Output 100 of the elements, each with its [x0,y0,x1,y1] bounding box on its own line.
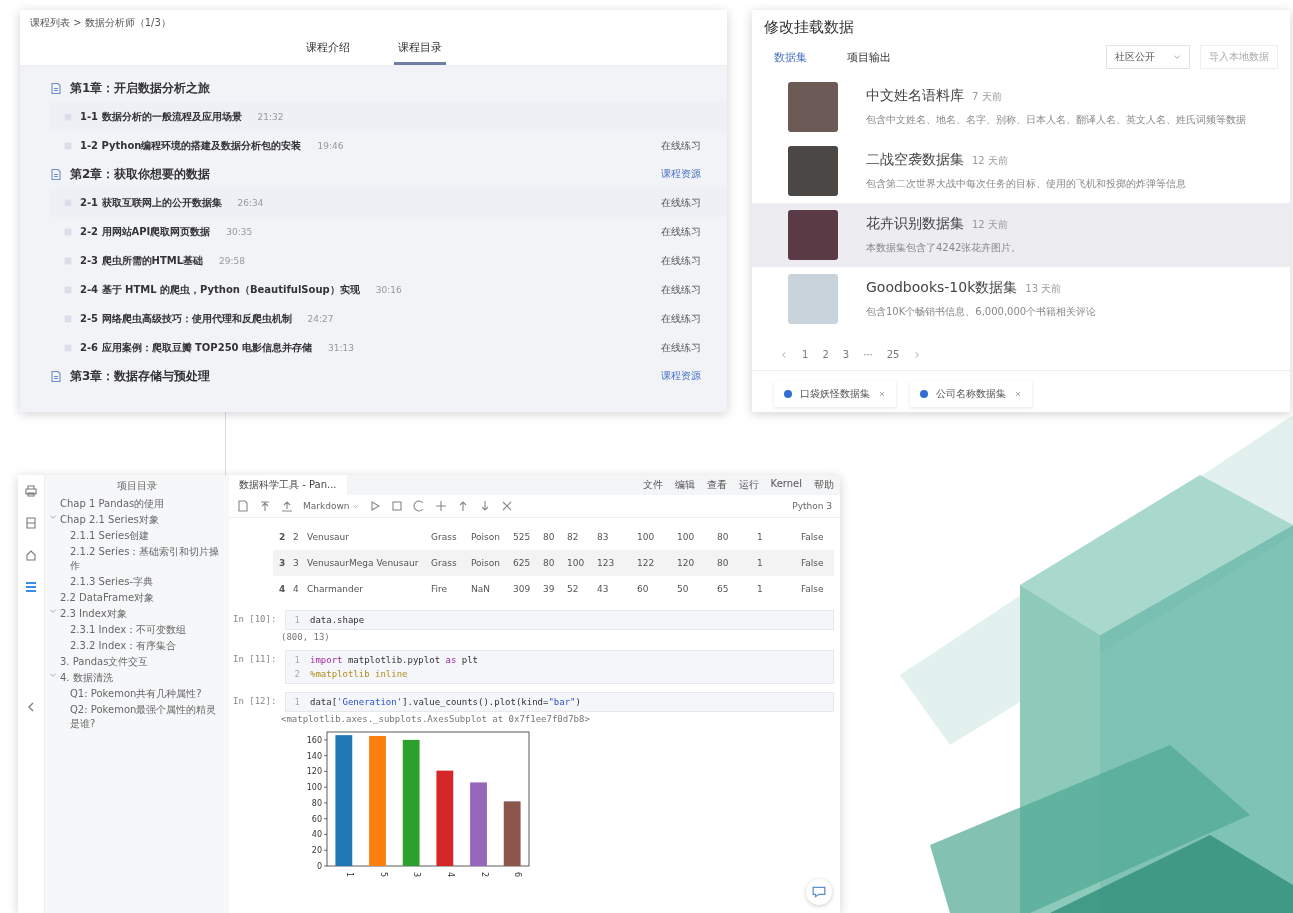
chevron-right-icon[interactable] [913,350,922,359]
dataset-description: 包含中文姓名、地名、名字、别称、日本人名、翻译人名、英文人名、姓氏词频等数据 [866,113,1246,127]
table-cell-text: Charmander [307,584,364,594]
lesson-row[interactable]: 2-4 基于 HTML 的爬虫，Python（BeautifulSoup）实现 30:16 在线练习 [50,275,727,304]
table-cell-text: Venusaur [307,532,350,542]
page-link[interactable]: 2 [822,349,829,360]
tree-item[interactable]: 2.3.1 Index：不可变数组 [49,623,225,637]
tree-item[interactable]: 2.1.2 Series：基础索引和切片操作 [49,545,225,573]
table-cell-text: 80 [543,558,556,568]
code-cell[interactable]: 1 import matplotlib.pyplot as plt 2 %matplotlib inline [285,650,834,684]
practice-link[interactable]: 在线练习 [661,253,701,268]
tree-item[interactable]: 2.3.2 Index：有序集合 [49,639,225,653]
tree-item[interactable]: Q1: Pokemon共有几种属性? [49,687,225,701]
menu-item[interactable]: 运行 [738,478,759,492]
upload-icon[interactable] [281,500,293,512]
lesson-duration: 26:34 [237,197,265,208]
lesson-row[interactable]: 1-2 Python编程环境的搭建及数据分析包的安装 19:46 在线练习 [50,131,727,160]
lesson-title: 2-6 应用案例：爬取豆瓣 TOP250 电影信息并存储 [80,340,313,355]
tree-item[interactable]: 2.2 DataFrame对象 [49,591,225,605]
code-line: data['Generation'].value_counts().plot(kind="bar") [310,696,581,709]
menu-item[interactable]: 帮助 [814,478,834,492]
file-icon[interactable] [237,500,249,512]
table-cell-text: 100 [677,532,696,542]
home-icon[interactable] [25,549,37,561]
y-tick-label: 20 [311,846,322,856]
page-link[interactable]: 1 [802,349,809,360]
tree-item[interactable]: 2.1.1 Series创建 [49,529,225,543]
table-cell-text: 120 [677,558,696,568]
chevron-down-icon [352,502,360,510]
page-link[interactable]: 3 [842,349,850,360]
tree-item[interactable]: Chap 2.1 Series对象 [49,513,225,527]
practice-link[interactable]: 在线练习 [661,195,701,210]
stop-icon[interactable] [391,500,404,512]
close-icon[interactable] [501,500,514,512]
tree-title: 项目目录 [116,479,158,493]
tree-item[interactable]: 2.1.3 Series-字典 [49,575,225,589]
page-link[interactable]: ··· [863,349,873,360]
tree-item[interactable]: Q2: Pokemon最强个属性的精灵是谁? [49,703,225,731]
code-line: %matplotlib inline [310,668,408,681]
tab[interactable]: 项目输出 [847,49,891,65]
restart-icon[interactable] [413,500,426,512]
dataset-item[interactable]: 二战空袭数据集 12 天前 包含第二次世界大战中每次任务的目标、使用的飞机和投掷的炸弹等信息 [752,139,1290,203]
filter-dropdown[interactable]: 社区公开 [1106,45,1190,69]
printer-icon[interactable] [25,485,37,497]
lesson-title: 1-2 Python编程环境的搭建及数据分析包的安装 [80,138,302,153]
dataset-item[interactable]: 花卉识别数据集 12 天前 本数据集包含了4242张花卉图片。 [752,203,1290,267]
resource-link[interactable]: 课程资源 [661,369,701,383]
practice-link[interactable]: 在线练习 [661,138,701,153]
dataset-item[interactable]: Goodbooks-10k数据集 13 天前 包含10K个畅销书信息、6,000,000个书籍相关评论 [752,267,1290,331]
tree-item[interactable]: 2.3 Index对象 [49,607,225,621]
menu-item[interactable]: 查看 [706,478,727,492]
menu-item[interactable]: 文件 [642,478,663,492]
table-cell-text: Fire [431,584,449,594]
code-cell[interactable]: 1 data['Generation'].value_counts().plot(kind="bar") [285,692,834,712]
notebook-tab[interactable]: 数据科学工具 - Pan... [229,475,347,495]
chapter-title: 第3章：数据存储与预处理 [70,367,212,385]
page-link[interactable]: 25 [886,349,900,360]
dataset-description: 包含10K个畅销书信息、6,000,000个书籍相关评论 [866,305,1097,319]
tree-item[interactable]: 4. 数据清洗 [49,671,225,685]
kernel-status: Python 3 [792,501,832,511]
cell-prompt: In [11]: [232,653,278,666]
plus-icon[interactable] [435,500,448,512]
close-icon[interactable] [878,390,886,398]
document-icon [50,167,62,181]
y-tick: 120 [306,767,328,777]
dataset-item[interactable]: 中文姓名语料库 7 天前 包含中文姓名、地名、名字、别称、日本人名、翻译人名、英文人名、姓氏词频等数据 [752,75,1290,139]
tab[interactable]: 课程介绍 [301,36,354,65]
table-cell-text: 2 [279,532,287,542]
practice-link[interactable]: 在线练习 [661,224,701,239]
practice-link[interactable]: 在线练习 [661,340,701,355]
code-cell[interactable]: 1 data.shape [285,610,834,630]
lesson-row[interactable]: 2-6 应用案例：爬取豆瓣 TOP250 电影信息并存储 31:13 在线练习 [50,333,727,362]
tree-item[interactable]: 3. Pandas文件交互 [49,655,225,669]
table-cell-text: 3 [279,558,287,568]
close-icon[interactable] [1014,390,1022,398]
lesson-duration: 24:27 [307,313,335,324]
tab[interactable]: 数据集 [774,49,807,65]
cell-type-dropdown[interactable]: Markdown [303,501,360,511]
x-tick-label: 6 [513,872,523,878]
chevron-left-icon[interactable] [780,350,788,359]
archive-icon[interactable] [25,517,37,529]
lesson-row[interactable]: 2-3 爬虫所需的HTML基础 29:58 在线练习 [50,246,727,275]
dataset-title: Goodbooks-10k数据集 [866,279,1018,297]
run-icon[interactable] [369,500,382,512]
practice-link[interactable]: 在线练习 [661,282,701,297]
menu-item[interactable]: Kernel [770,478,802,492]
table-cell-text: 1 [757,558,764,568]
lesson-row[interactable]: 2-5 网络爬虫高级技巧：使用代理和反爬虫机制 24:27 在线练习 [50,304,727,333]
menu-item[interactable]: 编辑 [674,478,695,492]
chevron-left-icon[interactable] [25,701,37,713]
lesson-row[interactable]: 2-2 用网站API爬取网页数据 30:35 在线练习 [50,217,727,246]
lesson-title: 2-2 用网站API爬取网页数据 [80,224,211,239]
chat-icon [812,885,826,899]
resource-link[interactable]: 课程资源 [661,167,701,181]
tree-item[interactable]: Chap 1 Pandas的使用 [49,497,225,511]
y-tick-label: 100 [306,783,322,793]
cell-prompt: In [10]: [232,613,278,626]
practice-link[interactable]: 在线练习 [661,311,701,326]
dataset-description: 包含第二次世界大战中每次任务的目标、使用的飞机和投掷的炸弹等信息 [866,177,1186,191]
chat-button[interactable] [806,879,832,905]
